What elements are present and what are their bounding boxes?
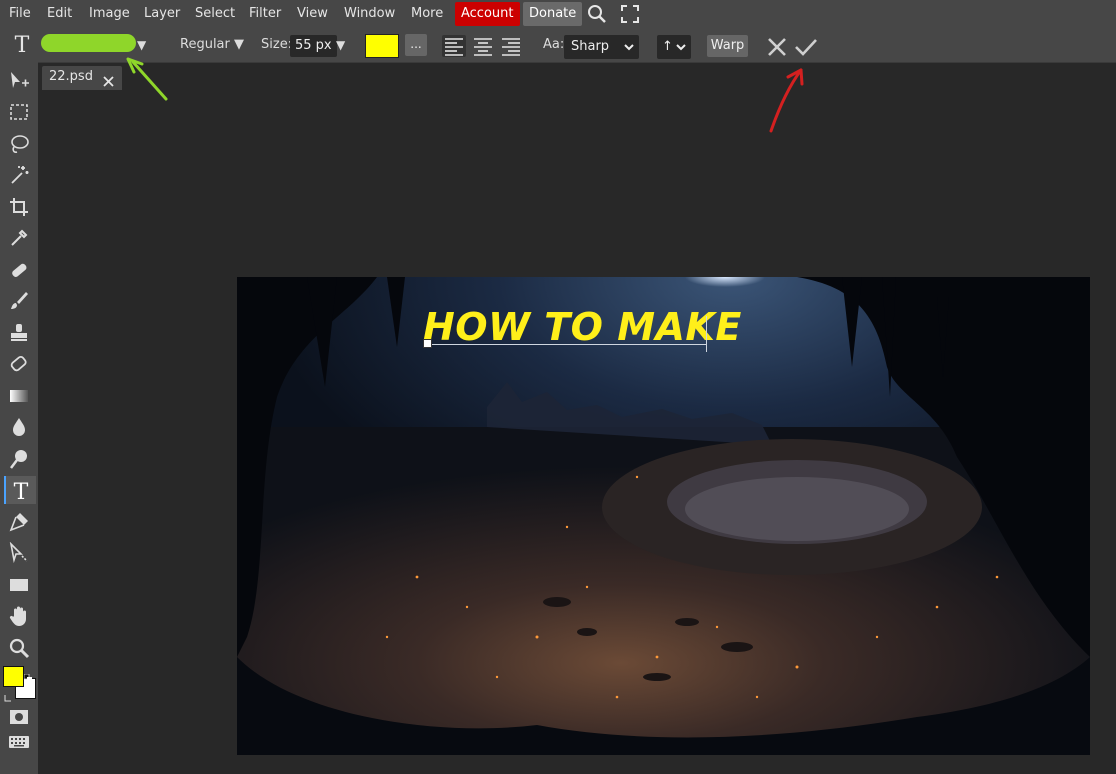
green-arrow-annotation	[126, 57, 168, 101]
size-dropdown-arrow[interactable]: ▼	[336, 28, 345, 62]
menu-image[interactable]: Image	[89, 0, 130, 28]
red-arrow-annotation	[769, 68, 804, 133]
text-direction-select[interactable]: ↑	[657, 35, 691, 59]
lasso-tool[interactable]	[4, 130, 34, 158]
text-color-swatch[interactable]	[365, 34, 399, 58]
foreground-color-swatch[interactable]	[3, 666, 24, 687]
options-bar: T ▼ Regular ▼ Size: 55 px ▼ ... Aa: Shar…	[0, 28, 1116, 63]
align-left-button[interactable]	[442, 35, 466, 57]
dodge-tool[interactable]	[4, 445, 34, 473]
move-tool[interactable]	[4, 67, 34, 95]
antialias-select[interactable]: Sharp	[564, 35, 639, 59]
menu-select[interactable]: Select	[195, 0, 235, 28]
fullscreen-icon[interactable]	[621, 5, 639, 27]
tools-panel: T	[0, 62, 38, 774]
font-style-select[interactable]: Regular ▼	[180, 28, 244, 62]
blur-tool[interactable]	[4, 413, 34, 441]
size-label: Size:	[261, 37, 293, 52]
antialias-label: Aa:	[543, 37, 565, 52]
svg-text:T: T	[14, 480, 29, 501]
menu-more[interactable]: More	[411, 0, 443, 28]
text-tool[interactable]: T	[4, 476, 36, 504]
document-tab[interactable]: 22.psd	[42, 66, 122, 90]
align-right-button[interactable]	[499, 35, 523, 57]
quick-mask-icon[interactable]	[4, 703, 34, 731]
account-button[interactable]: Account	[455, 2, 520, 26]
brush-tool[interactable]	[4, 287, 34, 315]
zoom-tool[interactable]	[4, 634, 34, 662]
menu-window[interactable]: Window	[344, 0, 395, 28]
more-options-button[interactable]: ...	[405, 34, 427, 56]
marquee-tool[interactable]	[4, 98, 34, 126]
size-input[interactable]: 55 px	[290, 35, 337, 57]
antialias-value: Sharp	[571, 39, 610, 54]
default-colors-icon[interactable]	[23, 667, 32, 682]
text-anchor-handle[interactable]	[423, 339, 432, 348]
gradient-tool[interactable]	[4, 382, 34, 410]
path-select-tool[interactable]	[4, 539, 34, 567]
search-icon[interactable]	[587, 4, 607, 28]
menu-bar: File Edit Image Layer Select Filter View…	[0, 0, 1116, 28]
chevron-down-icon	[676, 35, 686, 68]
menu-layer[interactable]: Layer	[144, 0, 180, 28]
menu-view[interactable]: View	[297, 0, 328, 28]
svg-text:T: T	[15, 33, 30, 55]
text-cursor	[706, 316, 707, 352]
align-center-button[interactable]	[471, 35, 495, 57]
shape-tool[interactable]	[4, 571, 34, 599]
warp-button[interactable]: Warp	[707, 35, 748, 57]
hand-tool[interactable]	[4, 602, 34, 630]
canvas-text-layer[interactable]: HOW TO MAKE	[423, 305, 742, 349]
chevron-down-icon	[624, 35, 634, 68]
magic-wand-tool[interactable]	[4, 161, 34, 189]
font-family-dropdown-arrow[interactable]: ▼	[137, 28, 146, 62]
menu-file[interactable]: File	[9, 0, 31, 28]
text-direction-value: ↑	[662, 39, 673, 54]
crop-tool[interactable]	[4, 193, 34, 221]
text-tool-indicator-icon: T	[11, 33, 33, 59]
font-family-field[interactable]	[41, 34, 136, 52]
text-baseline	[423, 344, 707, 345]
eyedropper-tool[interactable]	[4, 224, 34, 252]
commit-check-icon[interactable]	[794, 36, 818, 62]
eraser-tool[interactable]	[4, 350, 34, 378]
menu-edit[interactable]: Edit	[47, 0, 72, 28]
clone-stamp-tool[interactable]	[4, 319, 34, 347]
menu-filter[interactable]: Filter	[249, 0, 281, 28]
close-icon[interactable]	[103, 72, 114, 91]
canvas[interactable]: HOW TO MAKE	[237, 277, 1090, 755]
cancel-icon[interactable]	[766, 36, 788, 62]
donate-button[interactable]: Donate	[523, 2, 583, 26]
pen-tool[interactable]	[4, 508, 34, 536]
keyboard-icon[interactable]	[4, 728, 34, 756]
document-tab-label: 22.psd	[49, 69, 93, 84]
healing-brush-tool[interactable]	[4, 256, 34, 284]
